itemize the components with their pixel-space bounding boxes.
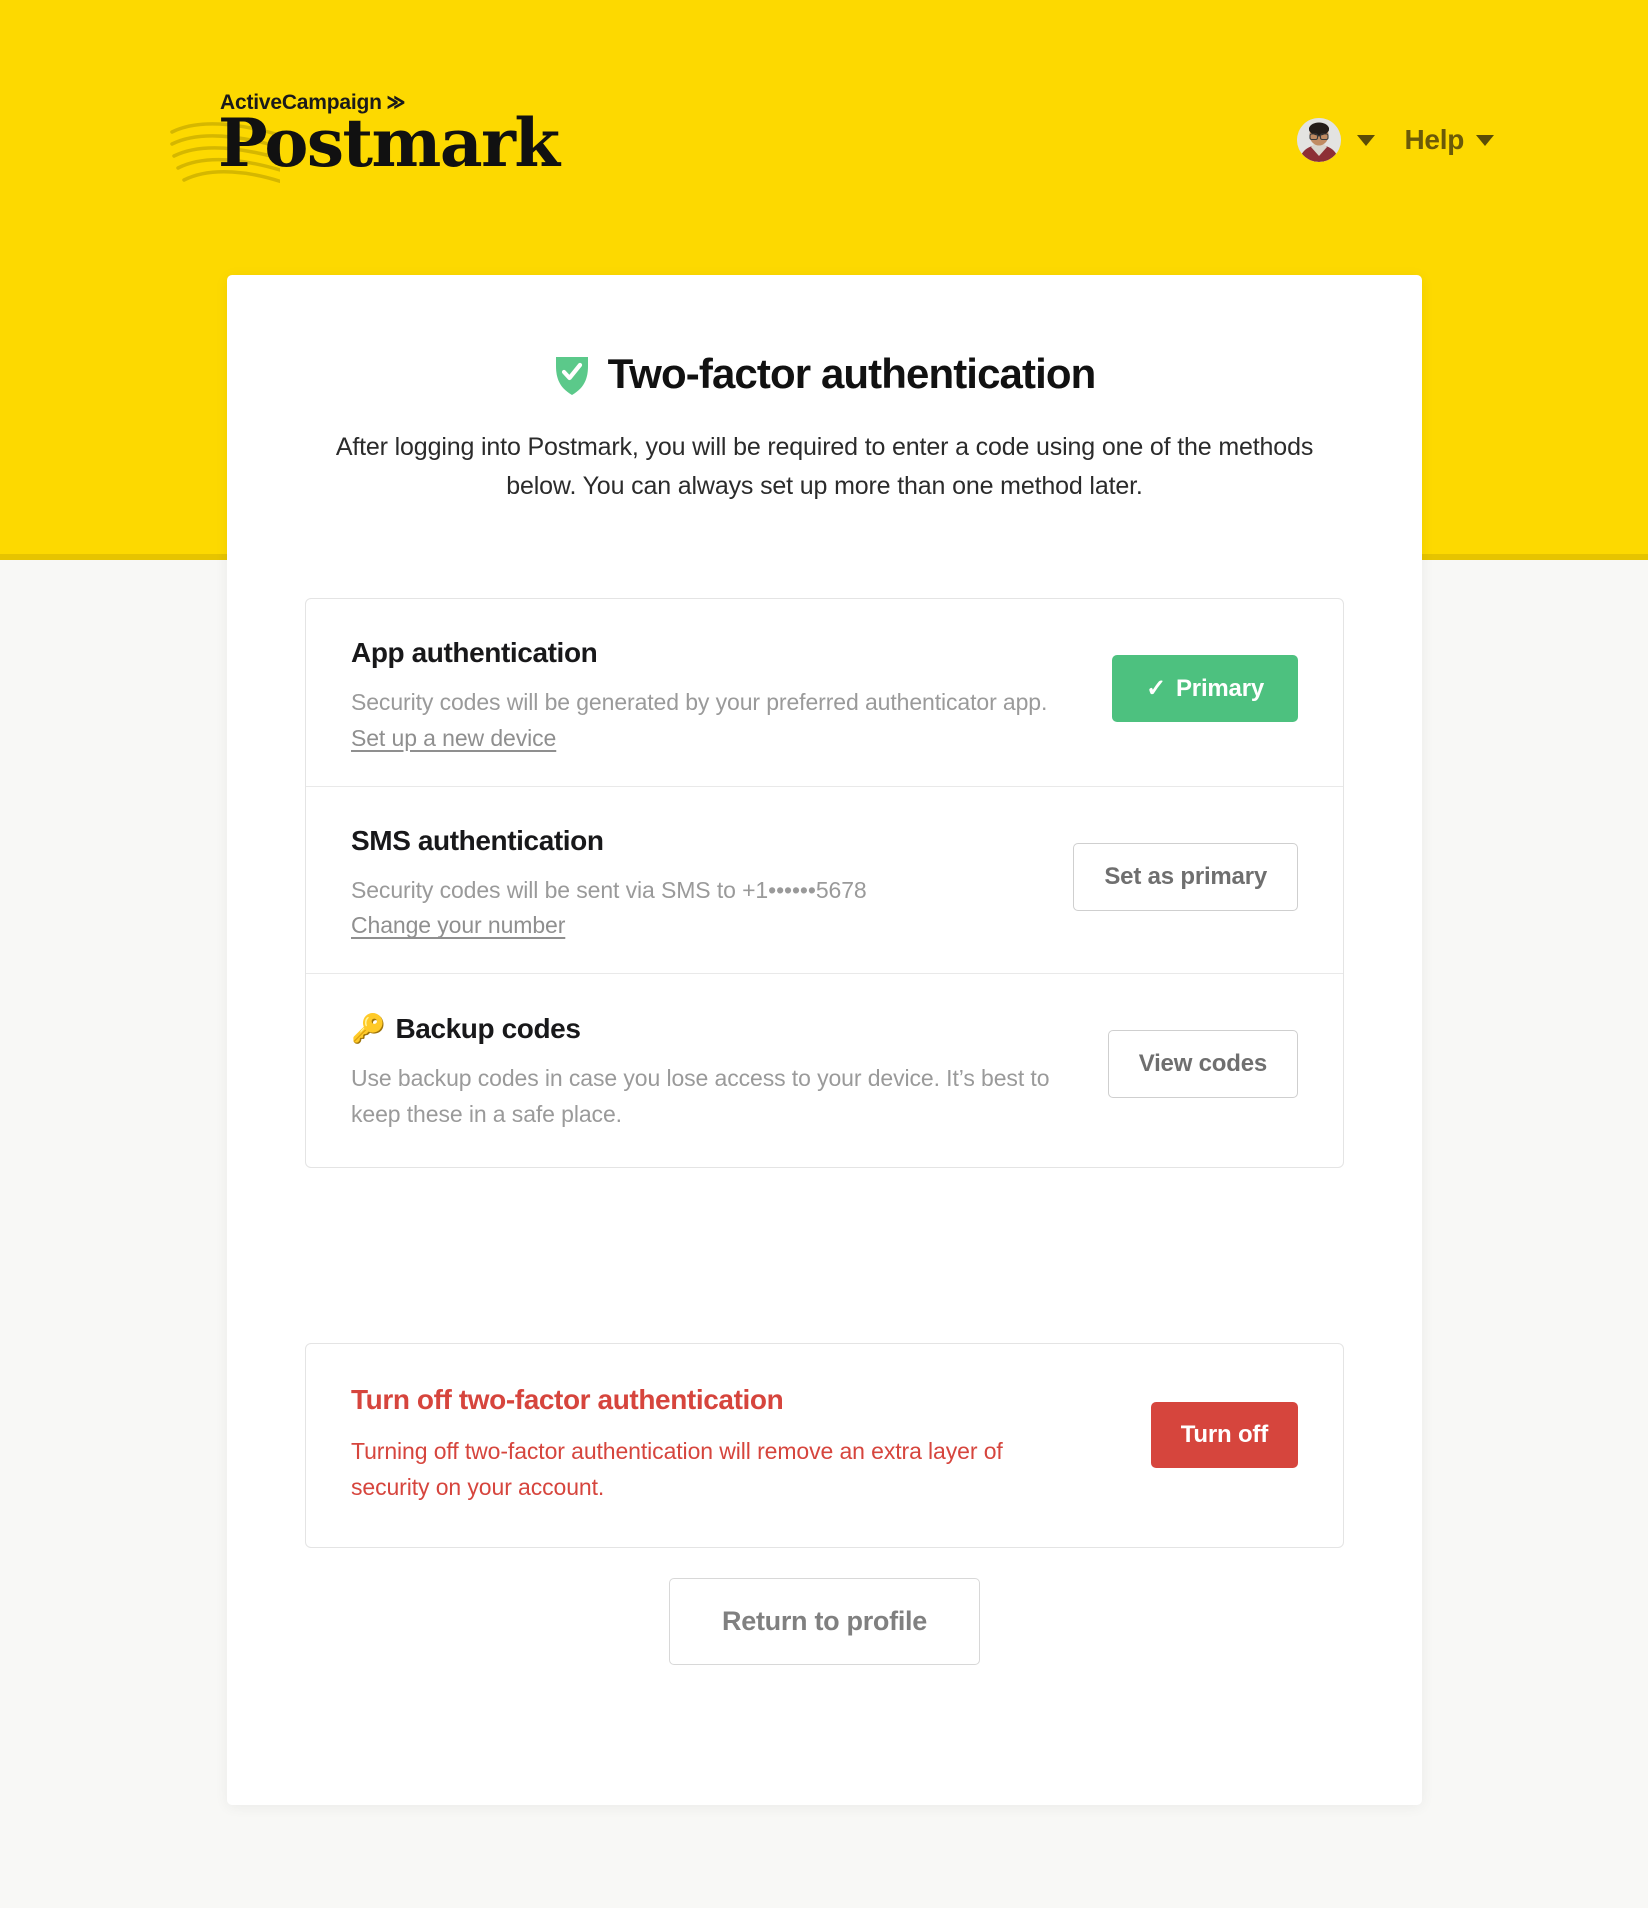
danger-row: Turn off two-factor authentication Turni… — [306, 1344, 1343, 1547]
shield-check-icon — [555, 357, 588, 395]
brand-logo[interactable]: ActiveCampaign ≫ Postmark — [170, 90, 590, 200]
turn-off-button[interactable]: Turn off — [1150, 1402, 1298, 1468]
main-card: Two-factor authentication After logging … — [227, 275, 1422, 1805]
method-action: Set as primary — [1073, 823, 1298, 911]
account-menu[interactable] — [1296, 118, 1375, 162]
method-row-backup-codes: 🔑 Backup codes Use backup codes in case … — [306, 973, 1343, 1166]
avatar[interactable] — [1296, 118, 1341, 162]
return-to-profile-button[interactable]: Return to profile — [669, 1578, 980, 1665]
primary-badge-button[interactable]: ✓ Primary — [1112, 655, 1298, 722]
change-your-number-link[interactable]: Change your number — [351, 912, 565, 939]
key-icon: 🔑 — [351, 1013, 386, 1045]
method-description: Security codes will be generated by your… — [351, 689, 1048, 715]
danger-text: Turn off two-factor authentication Turni… — [351, 1384, 1051, 1505]
primary-badge-label: Primary — [1176, 674, 1264, 702]
page-title-row: Two-factor authentication — [227, 350, 1422, 398]
account-chevron-down-icon[interactable] — [1356, 134, 1375, 146]
method-title: 🔑 Backup codes — [351, 1012, 1051, 1045]
help-menu[interactable]: Help — [1405, 124, 1494, 156]
check-icon: ✓ — [1146, 675, 1166, 702]
view-codes-button[interactable]: View codes — [1107, 1030, 1298, 1099]
brand-wordmark: Postmark — [218, 104, 560, 182]
danger-description: Turning off two-factor authentication wi… — [351, 1438, 1003, 1500]
methods-panel: App authentication Security codes will b… — [305, 598, 1344, 1168]
method-text: 🔑 Backup codes Use backup codes in case … — [351, 1010, 1051, 1132]
method-title-label: Backup codes — [395, 1012, 581, 1044]
page-subtitle: After logging into Postmark, you will be… — [335, 433, 1314, 500]
method-row-sms-authentication: SMS authentication Security codes will b… — [306, 785, 1343, 974]
page-root: ActiveCampaign ≫ Postmark Help Two-facto… — [0, 0, 1648, 1908]
danger-panel: Turn off two-factor authentication Turni… — [305, 1343, 1344, 1549]
danger-action: Turn off — [1150, 1384, 1298, 1468]
method-action: ✓ Primary — [1112, 635, 1298, 722]
method-description: Use backup codes in case you lose access… — [351, 1065, 1050, 1127]
method-row-app-authentication: App authentication Security codes will b… — [306, 599, 1343, 786]
method-description: Security codes will be sent via SMS to +… — [351, 876, 867, 903]
header-nav: Help — [1296, 118, 1494, 162]
method-title-label: App authentication — [351, 637, 598, 668]
method-text: App authentication Security codes will b… — [351, 635, 1047, 752]
method-title-label: SMS authentication — [351, 824, 604, 856]
set-as-primary-button[interactable]: Set as primary — [1073, 842, 1298, 911]
page-title: Two-factor authentication — [607, 350, 1097, 397]
footer-row: Return to profile — [227, 1578, 1422, 1665]
method-text: SMS authentication Security codes will b… — [351, 823, 867, 940]
method-title: SMS authentication — [351, 825, 867, 857]
method-title: App authentication — [351, 637, 1047, 669]
help-label: Help — [1404, 124, 1465, 155]
help-chevron-down-icon — [1476, 134, 1494, 146]
danger-title: Turn off two-factor authentication — [351, 1384, 784, 1415]
method-action: View codes — [1107, 1010, 1298, 1099]
set-up-new-device-link[interactable]: Set up a new device — [351, 725, 556, 752]
